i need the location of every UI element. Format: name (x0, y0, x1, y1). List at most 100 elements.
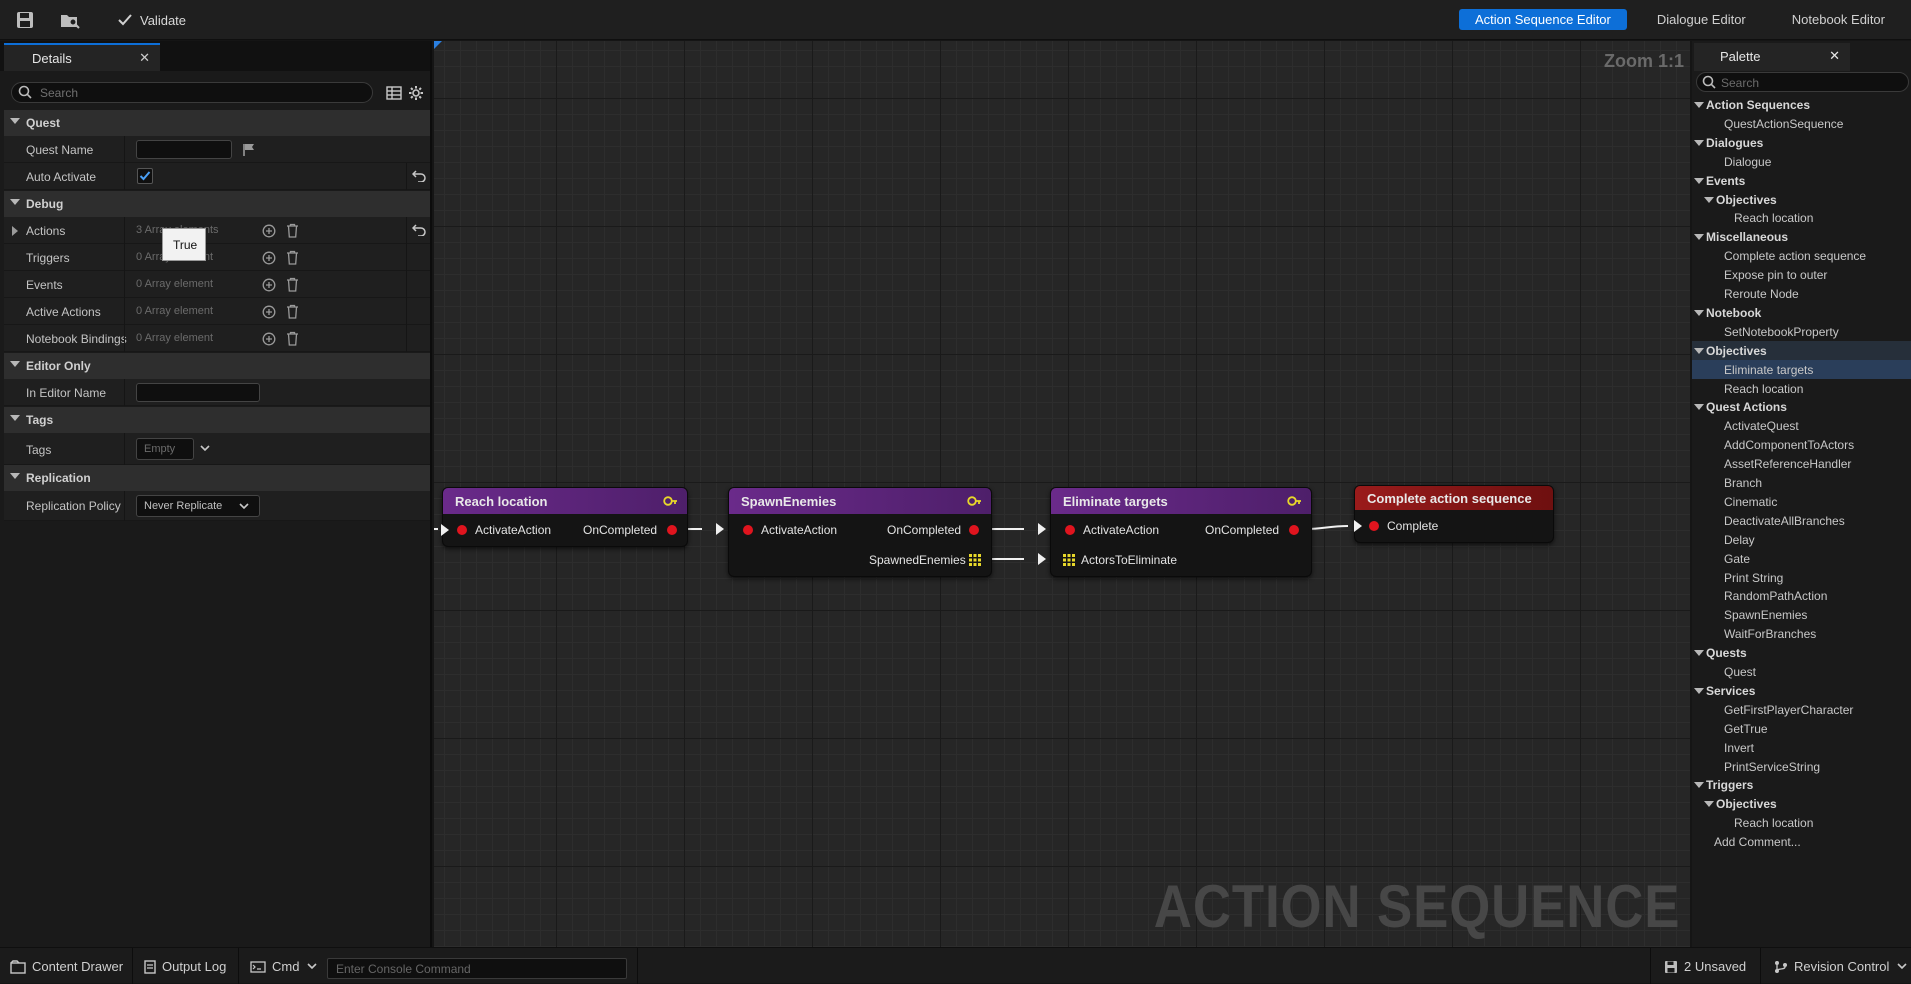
collapse-arrow-icon (1694, 687, 1704, 694)
palette-category-objectives[interactable]: Objectives (1692, 794, 1911, 813)
validate-label: Validate (140, 12, 187, 28)
palette-category-events[interactable]: Events (1692, 171, 1911, 190)
palette-item-cinematic[interactable]: Cinematic (1692, 492, 1911, 511)
table-view-icon[interactable] (386, 85, 402, 101)
delete-icon[interactable] (286, 331, 299, 346)
add-element-icon[interactable] (262, 305, 276, 319)
palette-search-input[interactable]: Search (1696, 72, 1909, 92)
palette-category-quest-actions[interactable]: Quest Actions (1692, 397, 1911, 416)
section-quest[interactable]: Quest (4, 110, 430, 136)
section-replication[interactable]: Replication (4, 465, 430, 491)
palette-category-objectives[interactable]: Objectives (1692, 340, 1911, 360)
section-editor-only[interactable]: Editor Only (4, 353, 430, 379)
console-command-input[interactable]: Enter Console Command (327, 958, 627, 979)
palette-item-print-string[interactable]: Print String (1692, 568, 1911, 587)
in-editor-name-field[interactable] (136, 383, 260, 402)
graph-canvas[interactable]: Zoom 1:1 Reach location ActivateAction O… (434, 41, 1690, 947)
palette-category-triggers[interactable]: Triggers (1692, 775, 1911, 794)
palette-category-dialogues[interactable]: Dialogues (1692, 133, 1911, 152)
palette-category-objectives[interactable]: Objectives (1692, 190, 1911, 209)
output-log-button[interactable]: Output Log (144, 957, 226, 977)
palette-category-miscellaneous[interactable]: Miscellaneous (1692, 227, 1911, 246)
palette-item-reroute-node[interactable]: Reroute Node (1692, 284, 1911, 303)
palette-label: Expose pin to outer (1724, 268, 1828, 283)
palette-item-getfirstplayercharacter[interactable]: GetFirstPlayerCharacter (1692, 700, 1911, 719)
palette-label: Reroute Node (1724, 287, 1799, 301)
palette-item-eliminate-targets[interactable]: Eliminate targets (1692, 359, 1911, 379)
output-log-icon (144, 960, 156, 974)
quest-name-field[interactable] (136, 140, 232, 159)
browse-asset-icon[interactable] (59, 10, 80, 30)
palette-item-expose-pin-to-outer[interactable]: Expose pin to outer (1692, 265, 1911, 284)
delete-icon[interactable] (286, 304, 299, 319)
revision-control-dropdown[interactable]: Revision Control (1774, 957, 1907, 977)
palette-search-placeholder: Search (1721, 76, 1760, 90)
palette-item-quest[interactable]: Quest (1692, 662, 1911, 681)
palette-item-activatequest[interactable]: ActivateQuest (1692, 416, 1911, 435)
palette-item-reach-location[interactable]: Reach location (1692, 379, 1911, 398)
auto-activate-checkbox[interactable] (137, 168, 153, 184)
delete-icon[interactable] (286, 250, 299, 265)
validate-button[interactable]: Validate (118, 10, 186, 30)
replication-policy-dropdown[interactable]: Never Replicate (136, 495, 260, 517)
add-element-icon[interactable] (262, 278, 276, 292)
collapse-arrow-icon (10, 473, 20, 479)
palette-category-notebook[interactable]: Notebook (1692, 303, 1911, 322)
close-icon[interactable]: ✕ (139, 50, 150, 66)
palette-item-assetreferencehandler[interactable]: AssetReferenceHandler (1692, 454, 1911, 473)
add-element-icon[interactable] (262, 251, 276, 265)
save-icon[interactable] (15, 10, 35, 30)
palette-item-dialogue[interactable]: Dialogue (1692, 152, 1911, 171)
palette-item-waitforbranches[interactable]: WaitForBranches (1692, 624, 1911, 643)
gear-icon[interactable] (408, 85, 424, 101)
palette-item-addcomponenttoactors[interactable]: AddComponentToActors (1692, 435, 1911, 454)
palette-label: Delay (1724, 532, 1755, 547)
details-search-input[interactable]: Search (11, 82, 373, 103)
add-element-icon[interactable] (262, 224, 276, 238)
palette-item-gate[interactable]: Gate (1692, 549, 1911, 568)
palette-item-printservicestring[interactable]: PrintServiceString (1692, 757, 1911, 776)
mode-dialogue-editor[interactable]: Dialogue Editor (1641, 9, 1762, 30)
cmd-dropdown[interactable]: Cmd (250, 957, 318, 977)
palette-item-randompathaction[interactable]: RandomPathAction (1692, 586, 1911, 605)
add-element-icon[interactable] (262, 332, 276, 346)
palette-item-gettrue[interactable]: GetTrue (1692, 719, 1911, 738)
reset-to-default-icon[interactable] (412, 170, 426, 182)
palette-item-questactionsequence[interactable]: QuestActionSequence (1692, 114, 1911, 133)
column-divider (124, 298, 125, 325)
palette-item-setnotebookproperty[interactable]: SetNotebookProperty (1692, 322, 1911, 341)
palette-item-delay[interactable]: Delay (1692, 530, 1911, 549)
palette-item-reach-location[interactable]: Reach location (1692, 208, 1911, 227)
column-divider (406, 217, 407, 244)
palette-label: Reach location (1734, 816, 1814, 831)
palette-item-branch[interactable]: Branch (1692, 473, 1911, 492)
mode-notebook-editor[interactable]: Notebook Editor (1776, 9, 1901, 30)
details-tab[interactable]: Details ✕ (4, 43, 160, 71)
palette-item-reach-location[interactable]: Reach location (1692, 813, 1911, 832)
close-icon[interactable]: ✕ (1829, 48, 1840, 64)
palette-category-services[interactable]: Services (1692, 681, 1911, 700)
delete-icon[interactable] (286, 223, 299, 238)
palette-item-complete-action-sequence[interactable]: Complete action sequence (1692, 246, 1911, 265)
palette-item-invert[interactable]: Invert (1692, 738, 1911, 757)
column-divider (124, 163, 125, 190)
section-debug[interactable]: Debug (4, 191, 430, 217)
reset-to-default-icon[interactable] (412, 224, 426, 236)
tags-field[interactable]: Empty (136, 438, 194, 460)
palette-item-deactivateallbranches[interactable]: DeactivateAllBranches (1692, 511, 1911, 530)
mode-action-sequence-editor[interactable]: Action Sequence Editor (1459, 9, 1627, 30)
palette-label: Triggers (1706, 778, 1754, 793)
prop-quest-name-label: Quest Name (26, 143, 94, 157)
delete-icon[interactable] (286, 277, 299, 292)
flag-icon[interactable] (242, 143, 255, 157)
palette-tab[interactable]: Palette ✕ (1694, 43, 1850, 71)
section-tags[interactable]: Tags (4, 407, 430, 433)
expand-arrow-icon[interactable] (12, 226, 18, 236)
palette-category-quests[interactable]: Quests (1692, 643, 1911, 662)
unsaved-button[interactable]: 2 Unsaved (1664, 957, 1746, 977)
content-drawer-button[interactable]: Content Drawer (10, 957, 123, 977)
chevron-down-icon[interactable] (200, 445, 210, 453)
palette-category-action-sequences[interactable]: Action Sequences (1692, 95, 1911, 114)
palette-item-add-comment[interactable]: Add Comment... (1692, 832, 1911, 851)
palette-item-spawnenemies[interactable]: SpawnEnemies (1692, 605, 1911, 624)
